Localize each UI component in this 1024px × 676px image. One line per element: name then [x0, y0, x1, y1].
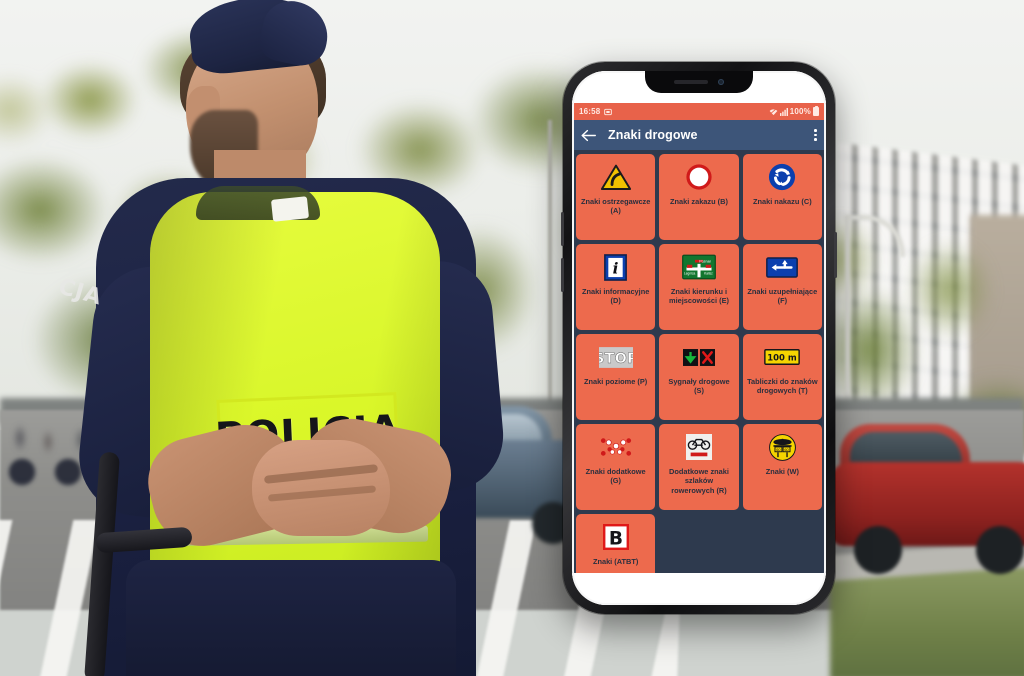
tile-znaki-zakazu[interactable]: Znaki zakazu (B) — [659, 154, 739, 240]
bicycle-route-plate — [685, 430, 712, 464]
yellow-distance-plate: 100 m — [764, 340, 801, 374]
tile-label: Znaki poziome (P) — [584, 377, 648, 386]
blue-supplementary-arrow-sign — [766, 250, 799, 284]
overflow-menu-icon[interactable] — [814, 129, 817, 141]
svg-text:i: i — [613, 259, 619, 277]
svg-text:100 m: 100 m — [768, 352, 798, 362]
roundabout-mandatory-sign — [768, 160, 796, 194]
tile-label: Znaki (W) — [765, 467, 799, 476]
stop-road-marking: STOP — [598, 340, 633, 374]
svg-text:B: B — [609, 528, 623, 549]
status-bar-time: 16:58 — [579, 107, 601, 116]
tile-label: Dodatkowe znaki szlaków rowerowych (R) — [669, 467, 729, 495]
background-photo: POLICJA CJA — [0, 0, 1024, 676]
road-signs-app: 16:58 100% Znaki drogowe Znaki ostrzegaw… — [572, 103, 826, 573]
status-bar-indicators: 100% — [769, 105, 819, 116]
battery-percent-label: 100% — [789, 107, 811, 116]
officer-clasped-hands — [252, 440, 390, 536]
svg-text:Poznan: Poznan — [699, 259, 711, 263]
tile-znaki-informacyjne[interactable]: i Znaki informacyjne (D) — [576, 244, 656, 330]
sign-category-grid: Znaki ostrzegawcze (A) Znaki zakazu (B) — [572, 150, 826, 573]
tile-znaki-poziome[interactable]: STOP Znaki poziome (P) — [576, 334, 656, 420]
tile-label: Znaki uzupełniające (F) — [747, 287, 818, 306]
tile-label: Sygnały drogowe (S) — [668, 377, 730, 396]
earpiece-speaker — [674, 80, 708, 84]
tile-dodatkowe-znaki-szlakow-rowerowych[interactable]: Dodatkowe znaki szlaków rowerowych (R) — [659, 424, 739, 510]
tile-znaki-ostrzegawcze[interactable]: Znaki ostrzegawcze (A) — [576, 154, 656, 240]
tile-znaki-nakazu[interactable]: Znaki nakazu (C) — [742, 154, 822, 240]
prohibition-circle-sign — [685, 160, 713, 194]
back-arrow-icon[interactable] — [581, 129, 596, 142]
tile-label: Znaki zakazu (B) — [670, 197, 728, 206]
screenshot-icon — [604, 108, 613, 116]
tile-label: Znaki informacyjne (D) — [581, 287, 650, 306]
tile-label: Tabliczki do znaków drogowych (T) — [747, 377, 818, 396]
battery-full-icon — [813, 105, 819, 116]
phone-power-button[interactable] — [834, 232, 837, 278]
phone-volume-down-button[interactable] — [561, 258, 564, 292]
svg-text:STOP: STOP — [599, 351, 633, 367]
app-bar-title: Znaki drogowe — [608, 128, 698, 142]
information-i-sign: i — [604, 250, 628, 284]
warning-triangle-curve-sign — [600, 160, 631, 194]
status-bar: 16:58 100% — [572, 103, 826, 120]
phone-screen: 16:58 100% Znaki drogowe Znaki ostrzegaw… — [572, 71, 826, 605]
grass-verge — [830, 565, 1024, 676]
phone-notch — [645, 71, 753, 93]
red-car — [830, 418, 1024, 574]
tile-tabliczki-do-znakow-drogowych[interactable]: 100 m Tabliczki do znaków drogowych (T) — [742, 334, 822, 420]
tile-label: Znaki dodatkowe (G) — [585, 467, 646, 486]
tile-label: Znaki kierunku i miejscowości (E) — [669, 287, 729, 306]
app-bar: Znaki drogowe — [572, 120, 826, 150]
lane-signal-sign — [682, 340, 715, 374]
tile-znaki-kierunku-i-miejscowosci[interactable]: Poznan Legnica Kalisz Znaki kierunku i m… — [659, 244, 739, 330]
tile-znaki-dodatkowe[interactable]: Znaki dodatkowe (G) — [576, 424, 656, 510]
police-officer: POLICJA CJA — [0, 0, 560, 676]
tile-label: Znaki (ATBT) — [592, 557, 639, 566]
tile-znaki-w[interactable]: 60 60 Znaki (W) — [742, 424, 822, 510]
tile-label: Znaki ostrzegawcze (A) — [580, 197, 651, 216]
smartphone-mockup: 16:58 100% Znaki drogowe Znaki ostrzegaw… — [561, 62, 837, 614]
tile-znaki-uzupelniajace[interactable]: Znaki uzupełniające (F) — [742, 244, 822, 330]
wifi-icon — [769, 108, 778, 116]
red-white-marker-sign — [599, 430, 633, 464]
letter-b-red-border-sign: B — [602, 520, 629, 554]
officer-vest-tag — [270, 196, 310, 222]
screen-bottom-bezel — [572, 573, 826, 605]
svg-text:Legnica: Legnica — [684, 272, 695, 276]
officer-trousers — [126, 560, 456, 676]
yellow-waterway-sign: 60 60 — [768, 430, 796, 464]
tile-label: Znaki nakazu (C) — [752, 197, 812, 206]
tile-sygnaly-drogowe[interactable]: Sygnały drogowe (S) — [659, 334, 739, 420]
tile-znaki-atbt[interactable]: B Znaki (ATBT) — [576, 514, 656, 573]
svg-text:Kalisz: Kalisz — [704, 272, 713, 276]
svg-text:60: 60 — [784, 447, 788, 451]
signal-bars-icon — [779, 107, 788, 116]
front-camera-icon — [718, 79, 724, 85]
phone-volume-up-button[interactable] — [561, 212, 564, 246]
svg-text:60: 60 — [776, 447, 780, 451]
green-direction-sign: Poznan Legnica Kalisz — [682, 250, 716, 284]
